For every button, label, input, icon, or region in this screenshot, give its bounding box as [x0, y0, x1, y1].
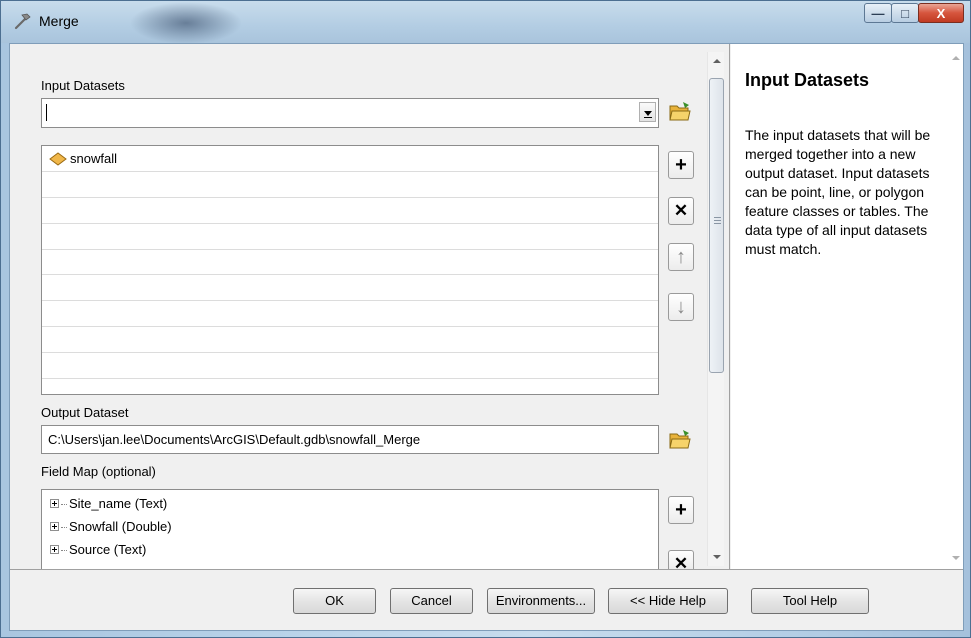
input-datasets-combobox[interactable] — [41, 98, 659, 128]
maximize-icon: □ — [901, 6, 909, 21]
tree-item[interactable]: Snowfall (Double) — [50, 519, 172, 534]
tree-item-label: Source (Text) — [69, 542, 147, 557]
parameters-pane: Input Datasets snowfall + ✕ ↑ ↓ Output D… — [10, 44, 730, 571]
arrow-down-icon: ↓ — [676, 296, 686, 318]
text-caret — [46, 104, 47, 121]
tool-help-button[interactable]: Tool Help — [751, 588, 869, 614]
scrollbar-thumb[interactable] — [709, 78, 724, 373]
tree-item[interactable]: Site_name (Text) — [50, 496, 167, 511]
output-dataset-label: Output Dataset — [41, 405, 129, 420]
polygon-feature-class-icon — [49, 152, 67, 166]
dialog-footer: OK Cancel Environments... << Hide Help T… — [10, 569, 963, 630]
field-map-label: Field Map (optional) — [41, 464, 156, 479]
empty-list-row — [42, 250, 658, 276]
add-dataset-button[interactable]: + — [668, 151, 694, 179]
empty-list-row — [42, 353, 658, 380]
scroll-up-arrow-icon[interactable] — [708, 52, 725, 69]
merge-tool-window: Merge — □ X Input Datasets snowfall + ✕ … — [0, 0, 971, 638]
plus-icon: + — [675, 499, 687, 521]
input-datasets-label: Input Datasets — [41, 78, 125, 93]
caption-buttons: — □ X — [864, 3, 964, 25]
list-item[interactable]: snowfall — [42, 146, 658, 172]
hammer-tool-icon — [14, 13, 31, 30]
move-down-button[interactable]: ↓ — [668, 293, 694, 321]
output-dataset-value: C:\Users\jan.lee\Documents\ArcGIS\Defaul… — [48, 432, 421, 447]
close-icon: X — [936, 6, 946, 21]
field-map-tree[interactable]: Site_name (Text) Snowfall (Double) Sourc… — [41, 489, 659, 571]
plus-icon: + — [675, 154, 687, 176]
scroll-down-arrow-icon[interactable] — [949, 552, 963, 566]
empty-list-row — [42, 301, 658, 328]
help-pane: Input Datasets The input datasets that w… — [731, 44, 963, 569]
move-up-button[interactable]: ↑ — [668, 243, 694, 271]
dropdown-button[interactable] — [639, 102, 656, 122]
scroll-down-arrow-icon[interactable] — [708, 549, 725, 566]
help-title: Input Datasets — [745, 70, 870, 90]
cancel-button[interactable]: Cancel — [390, 588, 473, 614]
output-dataset-field[interactable]: C:\Users\jan.lee\Documents\ArcGIS\Defaul… — [41, 425, 659, 454]
close-button[interactable]: X — [918, 3, 964, 23]
maximize-button[interactable]: □ — [891, 3, 919, 23]
remove-dataset-button[interactable]: ✕ — [668, 197, 694, 225]
browse-folder-icon[interactable] — [668, 428, 692, 452]
empty-list-row — [42, 198, 658, 224]
hide-help-button[interactable]: << Hide Help — [608, 588, 728, 614]
empty-list-row — [42, 327, 658, 354]
empty-list-row — [42, 275, 658, 302]
minimize-button[interactable]: — — [864, 3, 892, 23]
environments-button[interactable]: Environments... — [487, 588, 595, 614]
parameters-scrollbar[interactable] — [707, 52, 724, 566]
ok-button[interactable]: OK — [293, 588, 376, 614]
arrow-up-icon: ↑ — [676, 246, 686, 268]
empty-list-row — [42, 224, 658, 250]
empty-list-row — [42, 172, 658, 198]
expand-icon[interactable] — [50, 545, 59, 554]
window-title: Merge — [39, 13, 79, 29]
scroll-up-arrow-icon[interactable] — [949, 52, 963, 66]
expand-icon[interactable] — [50, 499, 59, 508]
dialog-client-area: Input Datasets snowfall + ✕ ↑ ↓ Output D… — [9, 43, 964, 631]
expand-icon[interactable] — [50, 522, 59, 531]
tree-item-label: Site_name (Text) — [69, 496, 168, 511]
tree-item-label: Snowfall (Double) — [69, 519, 172, 534]
input-datasets-list[interactable]: snowfall — [41, 145, 659, 395]
add-field-button[interactable]: + — [668, 496, 694, 524]
title-bar[interactable]: Merge — □ X — [1, 1, 970, 43]
x-icon: ✕ — [673, 554, 689, 569]
tree-item[interactable]: Source (Text) — [50, 542, 146, 557]
browse-folder-icon[interactable] — [668, 100, 692, 124]
delete-field-button[interactable]: ✕ — [668, 550, 694, 569]
help-scrollbar[interactable] — [949, 52, 963, 566]
x-icon: ✕ — [673, 201, 689, 220]
list-item-label: snowfall — [70, 151, 117, 166]
help-description: The input datasets that will be merged t… — [745, 127, 931, 257]
minimize-icon: — — [871, 6, 885, 21]
